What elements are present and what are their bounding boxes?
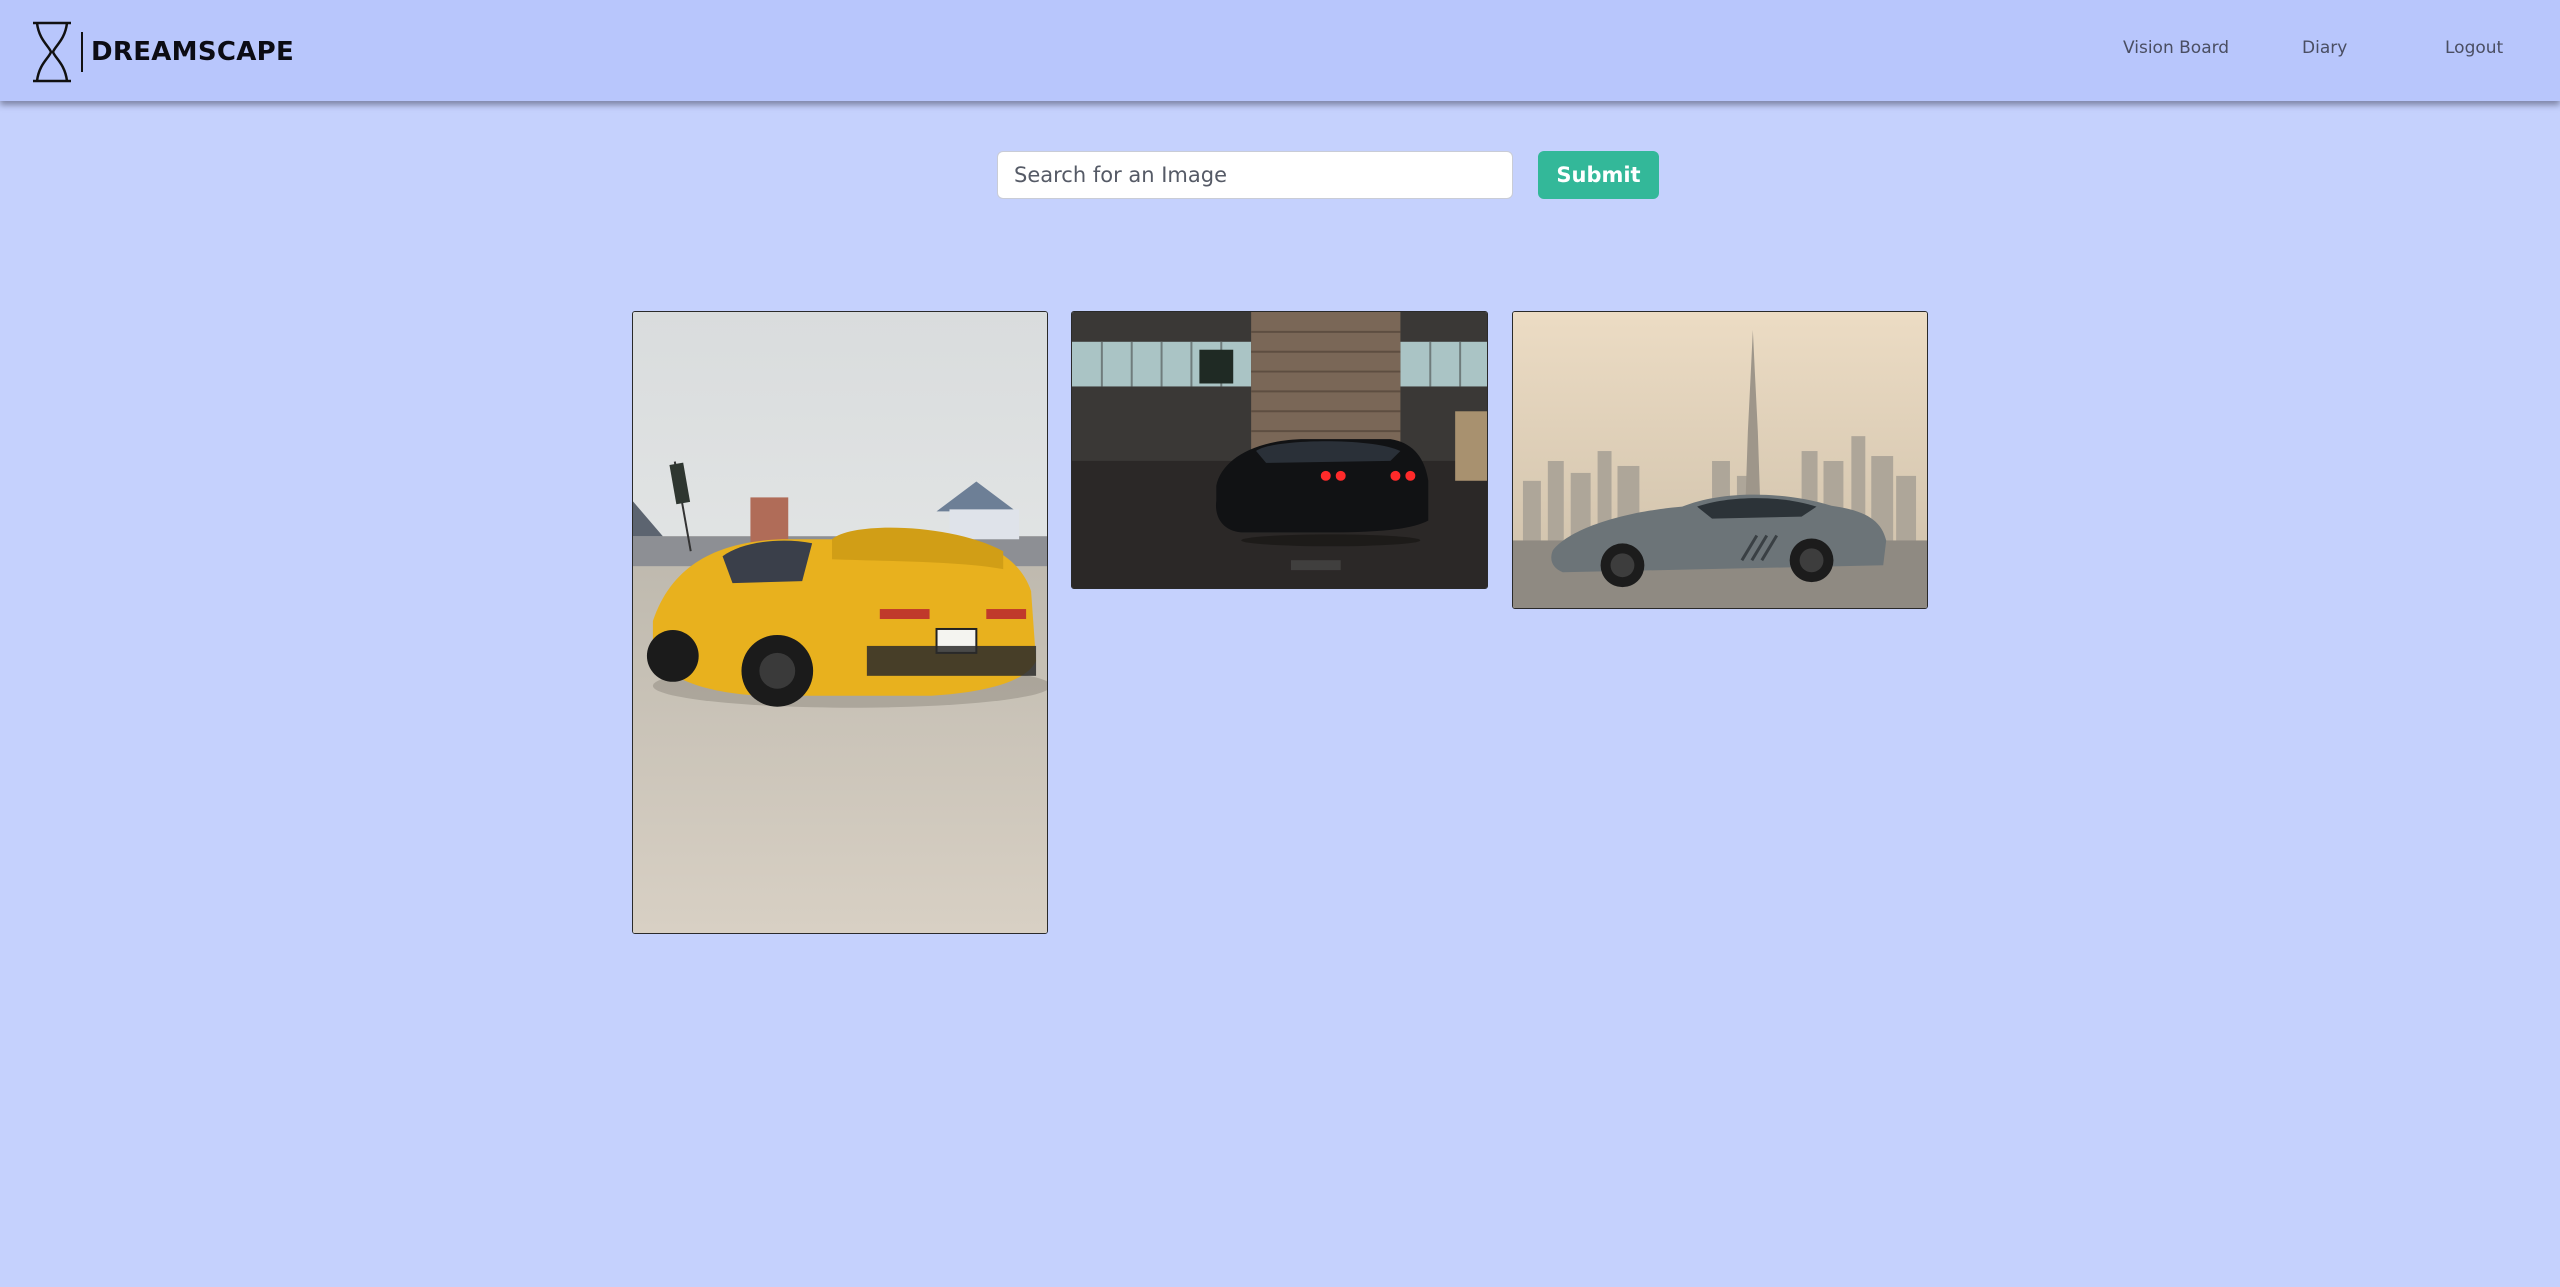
search-input[interactable] <box>997 151 1513 199</box>
yellow-car-image <box>633 312 1047 933</box>
nav-vision-board[interactable]: Vision Board <box>2123 38 2229 58</box>
result-image-yellow-car[interactable] <box>632 311 1048 934</box>
grey-car-image <box>1513 312 1927 608</box>
nav-diary[interactable]: Diary <box>2302 38 2347 58</box>
hourglass-icon <box>33 21 71 83</box>
result-image-black-car-garage[interactable] <box>1071 311 1488 589</box>
nav-logout[interactable]: Logout <box>2445 38 2503 58</box>
submit-button[interactable]: Submit <box>1538 151 1659 199</box>
brand[interactable]: DREAMSCAPE <box>27 20 294 84</box>
brand-name: DREAMSCAPE <box>91 37 295 67</box>
brand-divider <box>81 32 83 72</box>
black-car-image <box>1072 312 1487 588</box>
result-image-grey-car-skyline[interactable] <box>1512 311 1928 609</box>
navbar: DREAMSCAPE Vision Board Diary Logout <box>0 0 2560 101</box>
